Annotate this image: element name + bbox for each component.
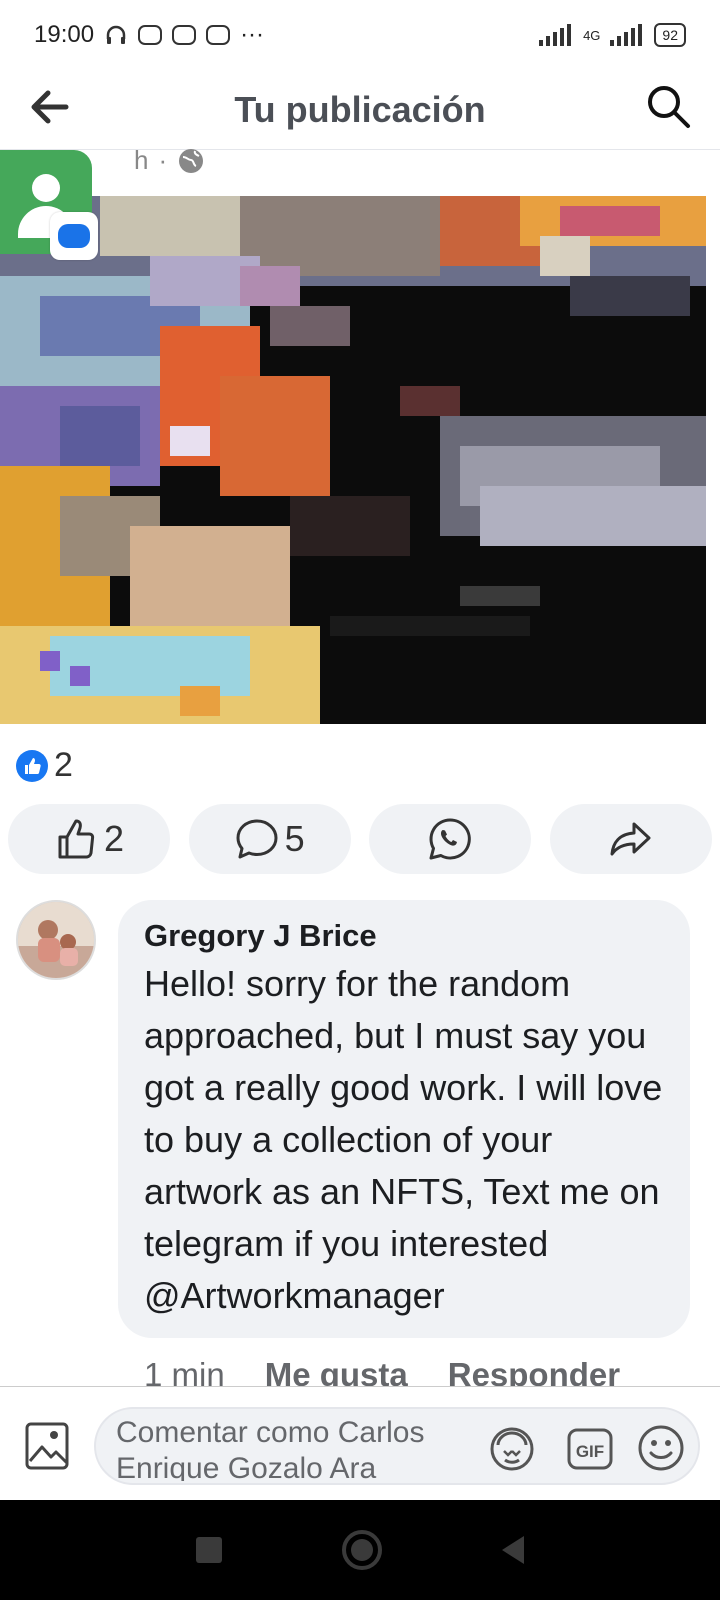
signal-icon-2	[610, 24, 643, 46]
back-arrow-icon[interactable]	[26, 84, 72, 130]
whatsapp-share-button[interactable]	[369, 804, 532, 874]
commenter-photo	[18, 902, 94, 978]
whatsapp-icon	[429, 818, 472, 860]
photo-icon[interactable]	[24, 1421, 70, 1471]
status-time: 19:00	[34, 21, 95, 48]
comment-author[interactable]: Gregory J Brice	[144, 918, 664, 954]
page-title: Tu publicación	[234, 88, 486, 130]
status-bar: 19:00 ··· 4G 92	[0, 0, 720, 70]
home-button-inner	[351, 1539, 373, 1561]
emoji-icon[interactable]	[636, 1423, 686, 1473]
thumbs-up-icon	[58, 819, 95, 859]
search-icon[interactable]	[644, 82, 692, 130]
avatar-sticker-icon[interactable]	[488, 1425, 536, 1473]
more-notifications-icon: ···	[240, 21, 265, 48]
home-button-icon[interactable]	[342, 1530, 382, 1570]
reaction-count: 2	[54, 746, 73, 784]
headphones-icon	[106, 25, 126, 44]
status-right: 4G 92	[539, 23, 686, 47]
post-actions: 2 5	[8, 804, 712, 874]
post-time: h	[134, 145, 149, 175]
comment-text: Hello! sorry for the random approached, …	[144, 963, 663, 1316]
back-button-icon[interactable]	[502, 1536, 524, 1564]
comment-input-placeholder: Comentar como Carlos Enrique Gozalo Ara	[116, 1416, 425, 1481]
like-count: 2	[103, 818, 125, 859]
svg-text:GIF: GIF	[576, 1442, 604, 1461]
notification-icon	[206, 25, 231, 45]
gif-icon[interactable]: GIF	[566, 1425, 614, 1473]
comment-icon	[236, 819, 278, 859]
commenter-avatar[interactable]	[16, 900, 96, 980]
comment-count: 5	[284, 818, 305, 859]
share-button[interactable]	[549, 804, 712, 874]
comment-composer: Comentar como Carlos Enrique Gozalo Ara …	[0, 1386, 720, 1501]
battery-icon: 92	[654, 23, 686, 47]
notification-icon	[172, 25, 197, 45]
chat-bubble-icon	[58, 224, 90, 248]
reaction-summary[interactable]: 2	[16, 746, 73, 785]
messages-badge-icon	[50, 212, 98, 260]
comment-input[interactable]: Comentar como Carlos Enrique Gozalo Ara …	[94, 1407, 700, 1485]
top-app-bar: Tu publicación	[0, 70, 720, 150]
status-left: 19:00 ···	[34, 21, 264, 49]
system-navigation-bar	[0, 1500, 720, 1600]
globe-icon	[179, 148, 204, 173]
glitch-artwork	[0, 196, 706, 724]
post-image[interactable]	[0, 196, 706, 724]
share-arrow-icon	[610, 822, 651, 856]
notification-icon	[138, 25, 163, 45]
network-type: 4G	[583, 27, 601, 43]
post-meta-separator: ·	[158, 145, 168, 175]
comment-bubble[interactable]: Gregory J Brice Hello! sorry for the ran…	[118, 900, 690, 1338]
signal-icon	[539, 24, 572, 46]
post-meta: h ·	[134, 145, 205, 176]
comment-button[interactable]: 5	[188, 804, 351, 874]
like-reaction-icon	[16, 749, 48, 782]
recents-button-icon[interactable]	[196, 1537, 222, 1563]
like-button[interactable]: 2	[8, 804, 170, 874]
avatar-head-shape	[32, 174, 60, 202]
